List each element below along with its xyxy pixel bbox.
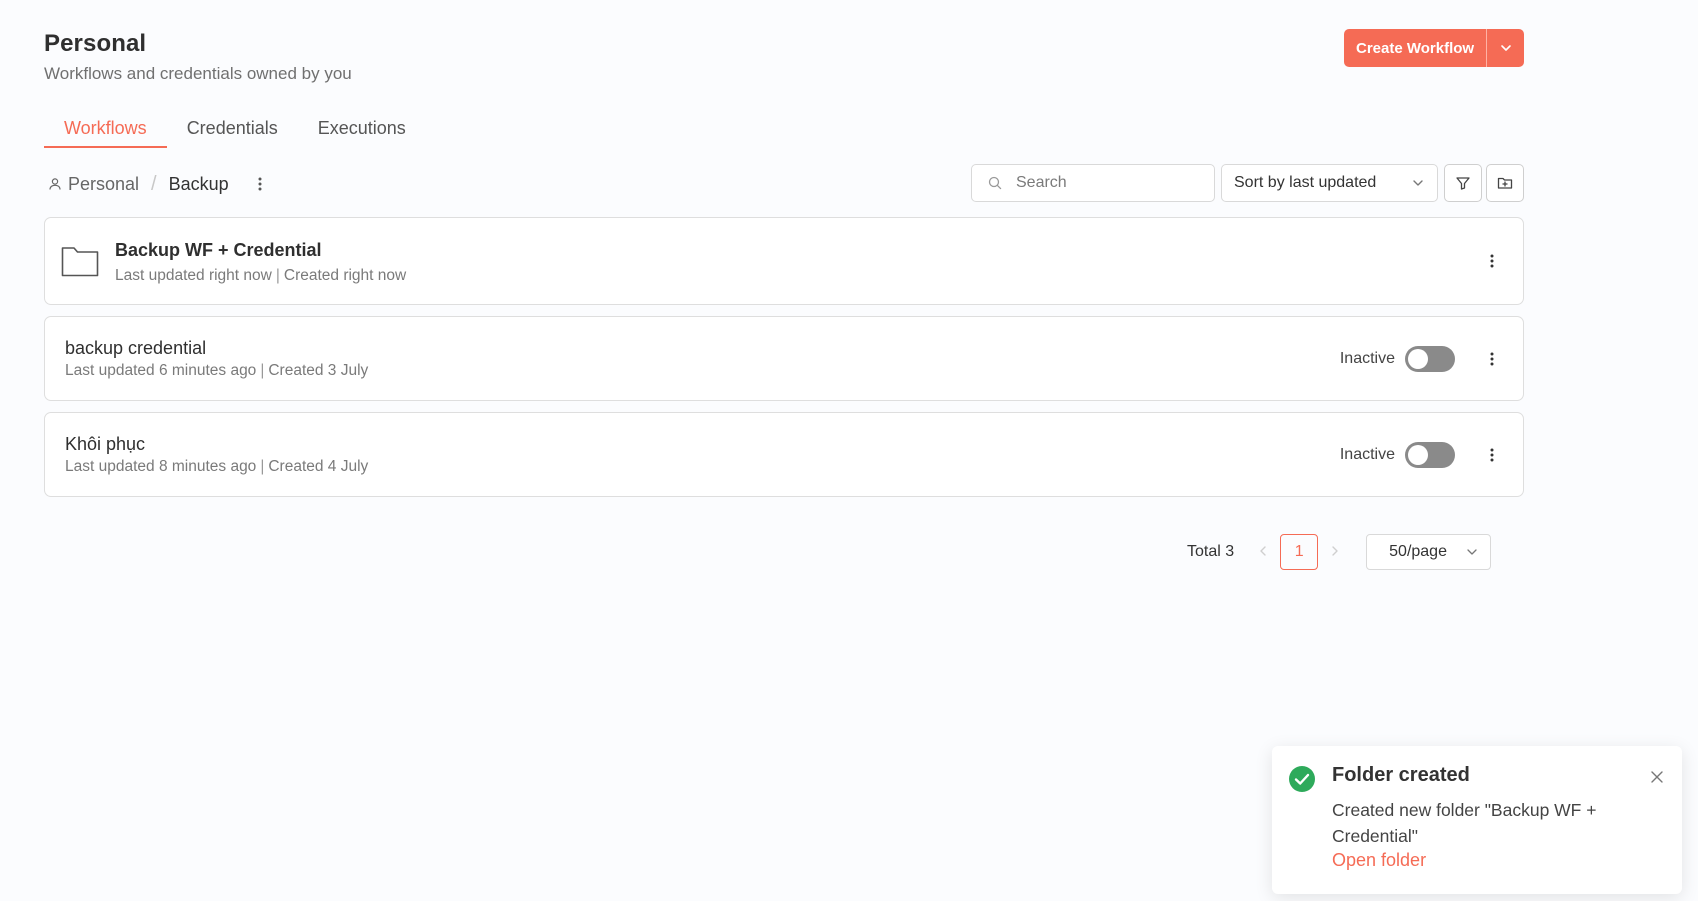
workflow-menu-button[interactable] bbox=[1489, 447, 1495, 463]
workflow-updated: Last updated 6 minutes ago bbox=[65, 362, 257, 379]
vertical-dots-icon bbox=[258, 177, 262, 191]
chevron-right-icon bbox=[1332, 546, 1338, 556]
breadcrumb: Personal / Backup bbox=[48, 172, 263, 196]
success-check-icon bbox=[1289, 766, 1315, 792]
workflow-menu-button[interactable] bbox=[1489, 351, 1495, 367]
prev-page-button[interactable] bbox=[1258, 544, 1268, 560]
folder-card[interactable]: Backup WF + Credential Last updated righ… bbox=[44, 217, 1524, 305]
toggle-knob bbox=[1408, 348, 1428, 369]
toast-title: Folder created bbox=[1332, 764, 1470, 786]
workflow-title: Khôi phục bbox=[65, 434, 146, 454]
meta-divider: | bbox=[260, 458, 265, 475]
breadcrumb-menu-button[interactable] bbox=[257, 176, 263, 192]
workflow-active-toggle[interactable] bbox=[1405, 345, 1455, 372]
close-icon bbox=[1651, 771, 1663, 783]
tab-executions[interactable]: Executions bbox=[298, 110, 426, 148]
toast-message: Created new folder "Backup WF + Credenti… bbox=[1332, 800, 1597, 846]
workflow-card-text: Khôi phục Last updated 8 minutes ago | Cre… bbox=[65, 434, 368, 476]
tab-workflows[interactable]: Workflows bbox=[44, 110, 167, 148]
sort-select-value: Sort by last updated bbox=[1234, 174, 1377, 191]
meta-divider: | bbox=[275, 267, 280, 284]
folder-created: Created right now bbox=[283, 267, 407, 284]
workflow-status: Inactive bbox=[1339, 441, 1455, 468]
breadcrumb-current: Backup bbox=[168, 173, 229, 194]
workflow-active-toggle[interactable] bbox=[1405, 441, 1455, 468]
toast-close-button[interactable] bbox=[1650, 770, 1664, 784]
page-number-current[interactable]: 1 bbox=[1280, 534, 1319, 570]
workflow-status: Inactive bbox=[1339, 345, 1455, 372]
pagination: Total 3 1 50/page bbox=[1187, 534, 1492, 570]
chevron-down-icon bbox=[1413, 180, 1423, 186]
toggle-knob bbox=[1408, 444, 1428, 465]
toast-notification: Folder created Created new folder "Backu… bbox=[1272, 746, 1682, 894]
workflow-card[interactable]: backup credential Last updated 6 minutes… bbox=[44, 316, 1524, 401]
page-header: Personal Workflows and credentials owned… bbox=[44, 30, 352, 84]
search-icon bbox=[988, 176, 1002, 190]
vertical-dots-icon bbox=[1490, 448, 1494, 461]
user-icon bbox=[49, 178, 61, 190]
tab-credentials[interactable]: Credentials bbox=[167, 110, 298, 148]
folder-meta: Last updated right now | Created right now bbox=[115, 267, 406, 285]
workflow-card-text: backup credential Last updated 6 minutes… bbox=[65, 338, 368, 380]
page-size-select[interactable]: 50/page bbox=[1366, 534, 1492, 570]
page-subtitle: Workflows and credentials owned by you bbox=[44, 64, 352, 83]
open-folder-link[interactable]: Open folder bbox=[1332, 850, 1426, 871]
page-size-value: 50/page bbox=[1389, 543, 1447, 560]
filter-button[interactable] bbox=[1444, 164, 1482, 202]
folder-plus-icon bbox=[1497, 177, 1513, 189]
vertical-dots-icon bbox=[1490, 352, 1494, 365]
folder-title: Backup WF + Credential bbox=[115, 240, 322, 260]
workflow-card[interactable]: Khôi phục Last updated 8 minutes ago | Cre… bbox=[44, 412, 1524, 497]
page-title: Personal bbox=[44, 30, 147, 57]
add-folder-button[interactable] bbox=[1486, 164, 1524, 202]
chevron-left-icon bbox=[1260, 546, 1266, 556]
workflow-title: backup credential bbox=[65, 338, 207, 358]
workflow-meta: Last updated 6 minutes ago | Created 3 Jul… bbox=[65, 362, 368, 380]
next-page-button[interactable] bbox=[1330, 544, 1340, 560]
workflow-status-label: Inactive bbox=[1339, 349, 1395, 367]
breadcrumb-root[interactable]: Personal bbox=[68, 174, 139, 195]
create-workflow-group: Create Workflow bbox=[1344, 29, 1525, 67]
create-options-button[interactable] bbox=[1486, 29, 1525, 67]
folder-icon bbox=[61, 247, 99, 277]
search-box bbox=[971, 164, 1215, 202]
search-input[interactable] bbox=[1016, 174, 1196, 192]
workflow-created: Created 4 July bbox=[268, 458, 369, 475]
workflow-meta: Last updated 8 minutes ago | Created 4 Jul… bbox=[65, 458, 368, 476]
folder-menu-button[interactable] bbox=[1489, 253, 1495, 269]
pagination-total: Total 3 bbox=[1187, 543, 1235, 560]
filter-icon bbox=[1456, 177, 1470, 190]
breadcrumb-separator: / bbox=[151, 172, 157, 195]
chevron-down-icon bbox=[1467, 549, 1477, 555]
workflow-status-label: Inactive bbox=[1339, 445, 1395, 463]
meta-divider: | bbox=[260, 362, 265, 379]
folder-updated: Last updated right now bbox=[115, 267, 272, 284]
create-workflow-button[interactable]: Create Workflow bbox=[1344, 29, 1487, 67]
workflow-created: Created 3 July bbox=[268, 362, 369, 379]
vertical-dots-icon bbox=[1490, 254, 1494, 268]
folder-card-text: Backup WF + Credential Last updated righ… bbox=[115, 240, 406, 285]
chevron-down-icon bbox=[1500, 45, 1511, 51]
workflow-updated: Last updated 8 minutes ago bbox=[65, 458, 257, 475]
tab-bar: Workflows Credentials Executions bbox=[44, 110, 426, 148]
sort-select[interactable]: Sort by last updated bbox=[1221, 164, 1438, 202]
